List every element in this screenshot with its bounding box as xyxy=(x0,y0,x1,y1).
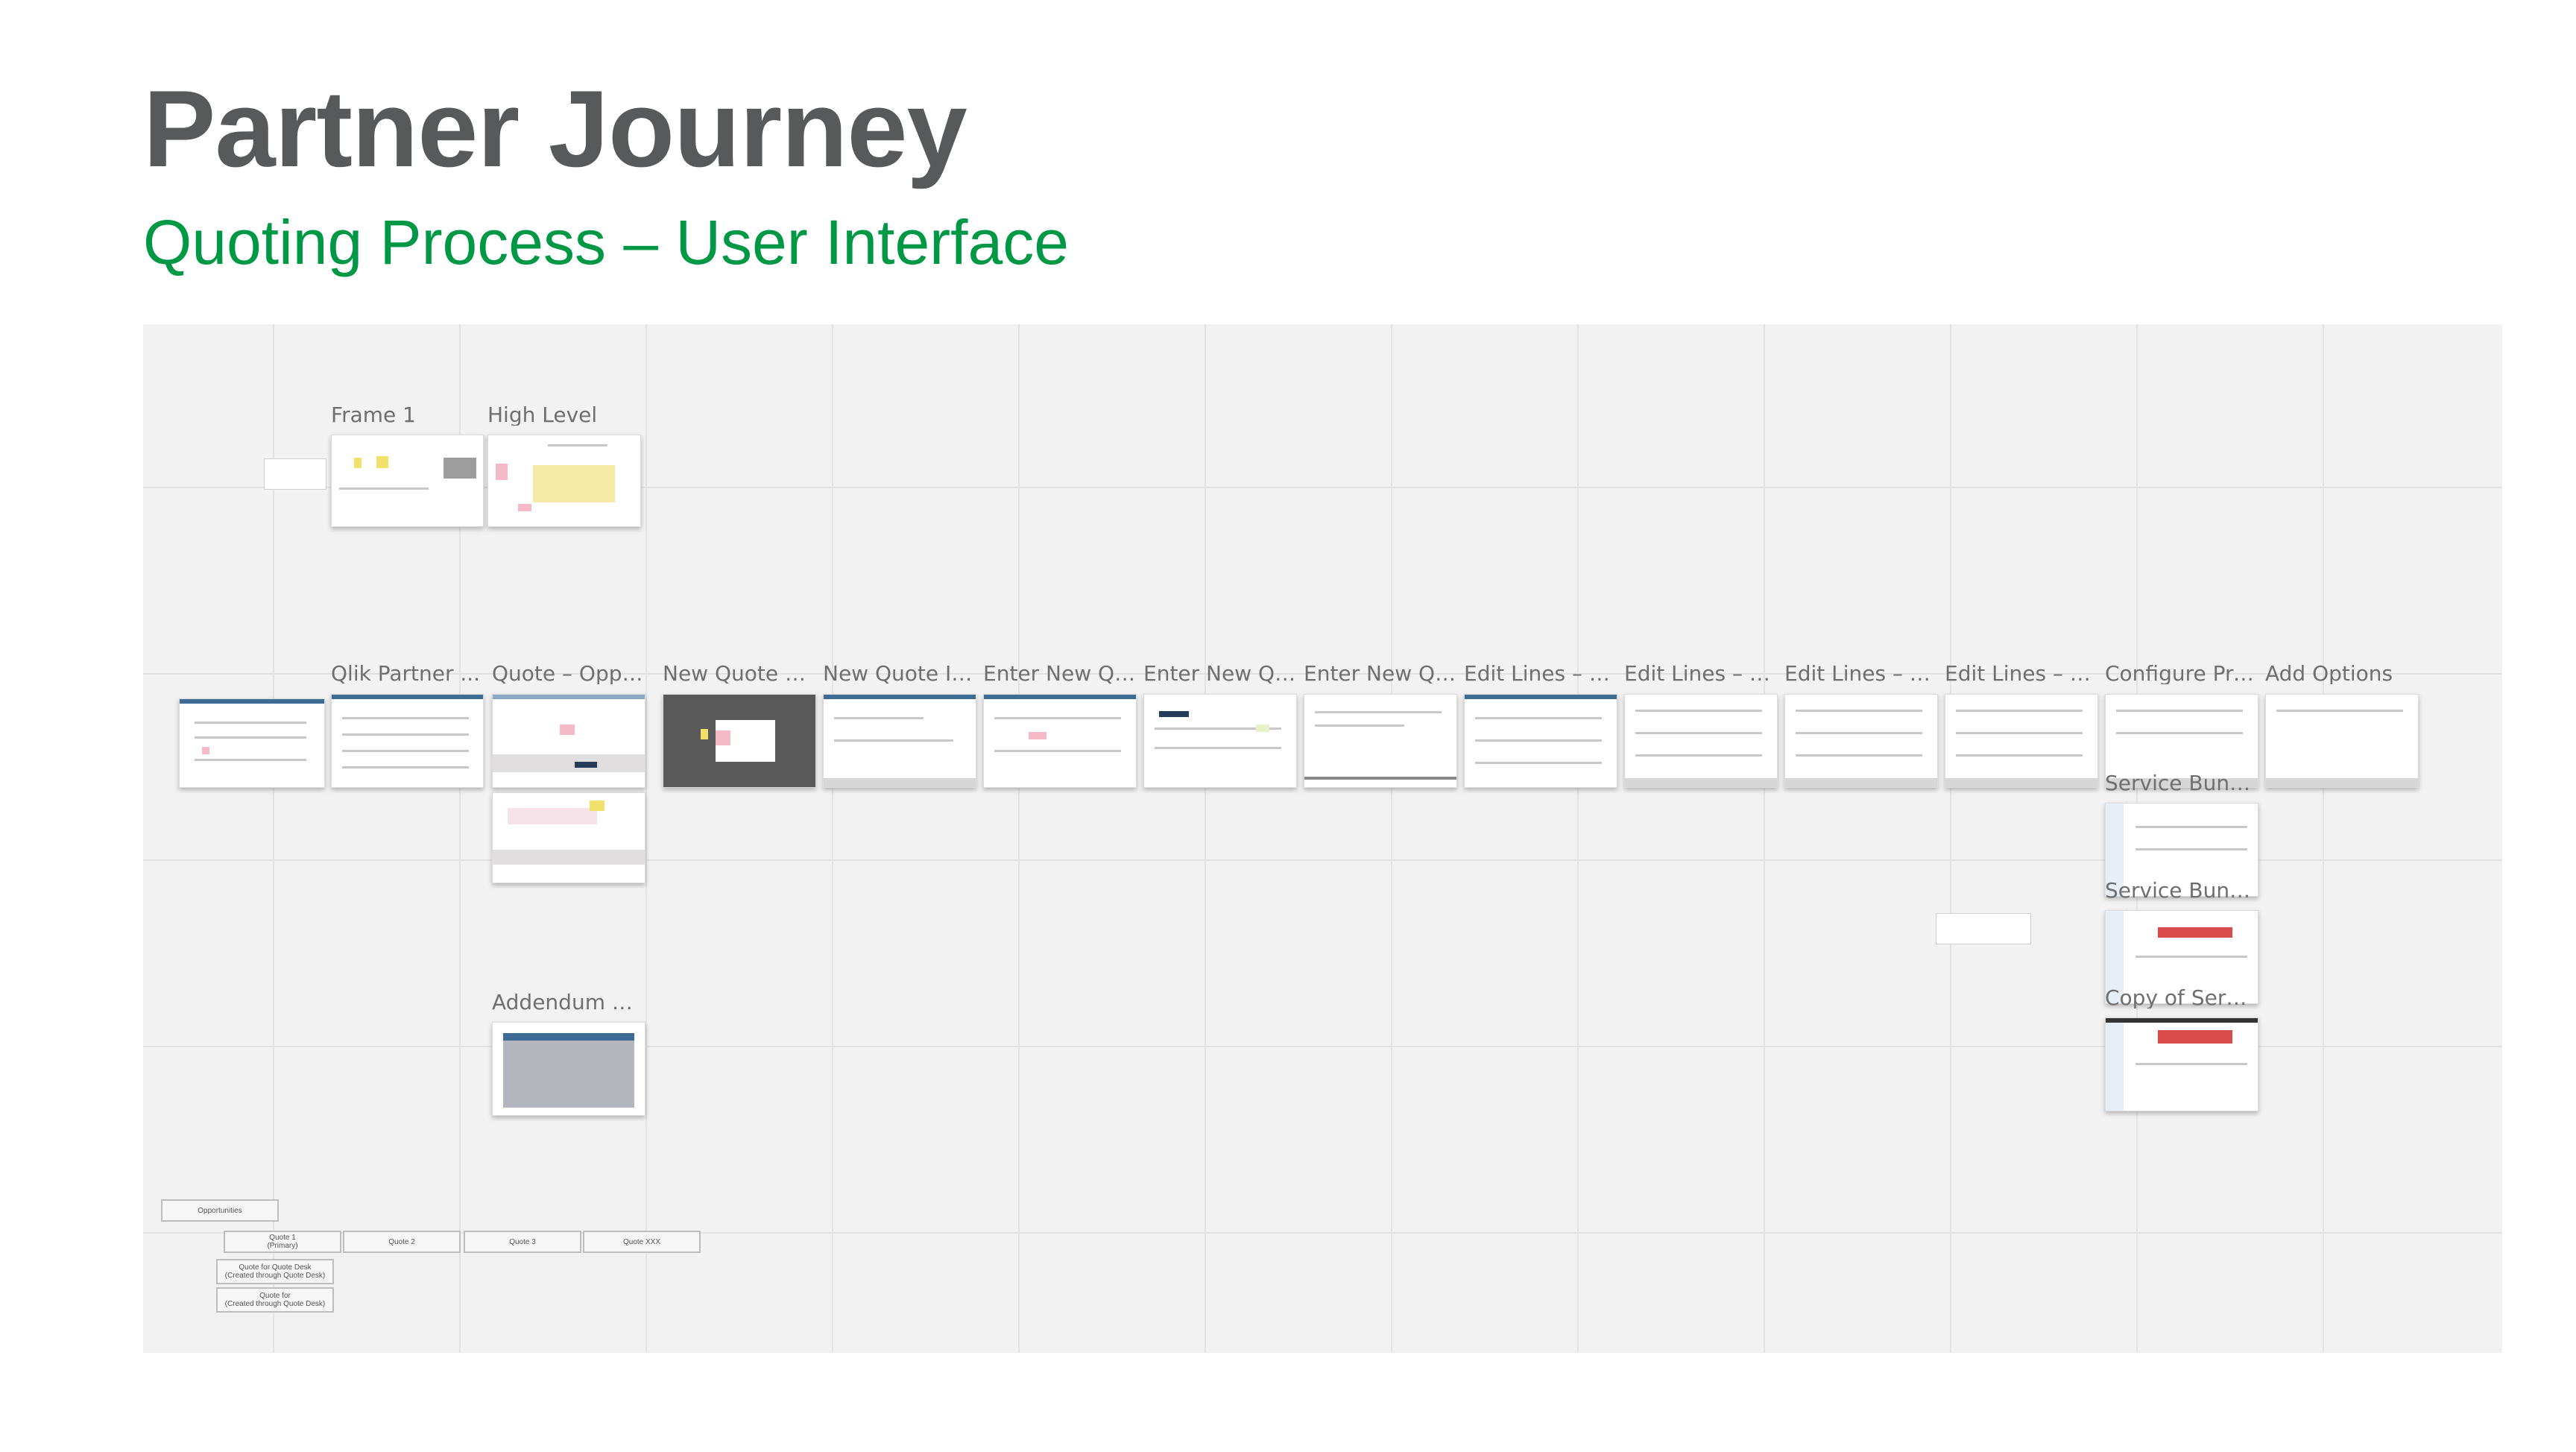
frame-thumbnail-enter-new-qu-1[interactable] xyxy=(983,694,1137,788)
frame-label-edit-lines-3: Edit Lines – by... xyxy=(1784,663,1937,684)
quote2-box[interactable]: Quote 2 xyxy=(343,1231,461,1253)
quote-n-box[interactable]: Quote XXX xyxy=(583,1231,701,1253)
stray-thumbnail-top[interactable] xyxy=(264,458,326,490)
frame-label-qlik-partner: Qlik Partner ... xyxy=(331,663,481,684)
frame-thumbnail-enter-new-qu-3[interactable] xyxy=(1304,694,1457,788)
frame-label-high-level: High Level xyxy=(487,405,598,426)
frame-thumbnail-new-quote-dash[interactable] xyxy=(663,694,816,788)
child-quote-1-line2: (Created through Quote Desk) xyxy=(224,1272,326,1280)
frame-label-new-quote-dash: New Quote – ... xyxy=(663,663,815,684)
frame-label-service-bundl-2: Service Bundl... xyxy=(2105,880,2258,901)
frame-label-new-quote-in: New Quote In... xyxy=(823,663,976,684)
frame-thumbnail-new-quote-in[interactable] xyxy=(823,694,976,788)
frame-thumbnail-left-overview[interactable] xyxy=(179,698,325,788)
frame-label-copy-of-servic: Copy of Servic... xyxy=(2105,988,2258,1008)
frame-thumbnail-edit-lines-1[interactable] xyxy=(1464,694,1617,788)
frame-label-enter-new-qu-2: Enter New Qu... xyxy=(1143,663,1296,684)
frame-thumbnail-high-level[interactable] xyxy=(487,435,641,527)
frame-label-service-bundl-1: Service Bundl... xyxy=(2105,773,2258,794)
quote3-box[interactable]: Quote 3 xyxy=(464,1231,581,1253)
frame-thumbnail-qlik-partner[interactable] xyxy=(331,694,484,788)
frame-thumbnail-copy-of-servic[interactable] xyxy=(2105,1017,2258,1111)
child-quote-2-line2: (Created through Quote Desk) xyxy=(224,1300,326,1308)
child-quote-box-1[interactable]: Quote for Quote Desk (Created through Qu… xyxy=(216,1259,334,1284)
quote1-sub-label: (Primary) xyxy=(267,1242,298,1250)
frame-label-edit-lines-4: Edit Lines – by... xyxy=(1945,663,2097,684)
frame-thumbnail-quote-oppo-2[interactable] xyxy=(492,792,645,883)
child-quote-1-line1: Quote for Quote Desk xyxy=(239,1263,312,1272)
opportunities-box[interactable]: Opportunities xyxy=(161,1199,279,1222)
frame-thumbnail-quote-oppo[interactable] xyxy=(492,694,645,788)
quote1-box[interactable]: Quote 1 (Primary) xyxy=(224,1231,341,1253)
frame-label-enter-new-qu-3: Enter New Qu... xyxy=(1304,663,1456,684)
frame-thumbnail-addendum-q[interactable] xyxy=(492,1022,645,1116)
child-quote-2-line1: Quote for xyxy=(259,1292,291,1300)
stray-thumbnail-mid[interactable] xyxy=(1936,913,2031,944)
page-title: Partner Journey xyxy=(143,68,967,189)
frame-label-edit-lines-1: Edit Lines – by... xyxy=(1464,663,1617,684)
frame-label-add-options: Add Options xyxy=(2265,663,2393,684)
child-quote-box-2[interactable]: Quote for (Created through Quote Desk) xyxy=(216,1287,334,1313)
frame-thumbnail-enter-new-qu-2[interactable] xyxy=(1143,694,1297,788)
frame-label-addendum-q: Addendum Q... xyxy=(492,992,645,1013)
frame-thumbnail-edit-lines-2[interactable] xyxy=(1624,694,1778,788)
frame-label-quote-oppo: Quote – Oppo... xyxy=(492,663,645,684)
frame-thumbnail-edit-lines-4[interactable] xyxy=(1945,694,2098,788)
frame-label-edit-lines-2: Edit Lines – by... xyxy=(1624,663,1777,684)
frame-thumbnail-edit-lines-3[interactable] xyxy=(1784,694,1938,788)
page-subtitle: Quoting Process – User Interface xyxy=(143,207,1069,277)
frame-label-configure-pro: Configure Pro... xyxy=(2105,663,2258,684)
frame-thumbnail-frame1[interactable] xyxy=(331,435,484,527)
frame-label-frame1: Frame 1 xyxy=(331,405,416,426)
quote1-label: Quote 1 xyxy=(269,1234,296,1242)
board-canvas[interactable]: Frame 1 High Level Qlik Partner ... Quot… xyxy=(143,324,2502,1353)
frame-label-enter-new-qu-1: Enter New Qu... xyxy=(983,663,1136,684)
frame-thumbnail-add-options[interactable] xyxy=(2265,694,2419,788)
